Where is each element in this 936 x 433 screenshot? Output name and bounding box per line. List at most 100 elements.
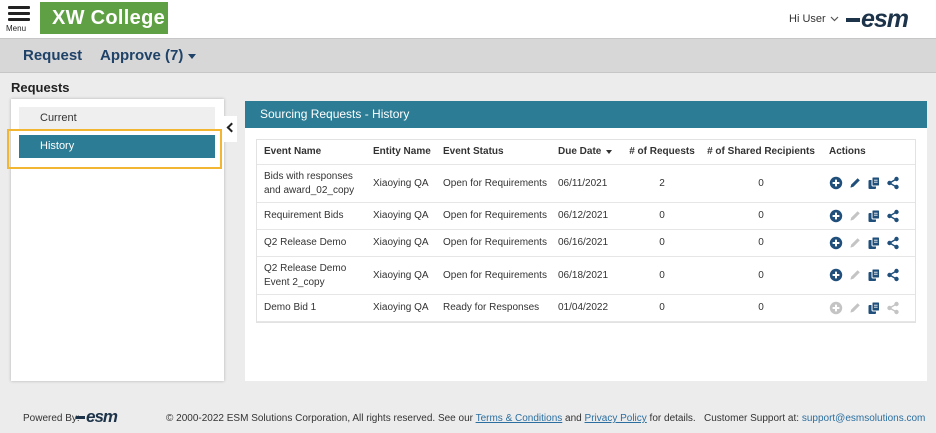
add-circle-icon[interactable] [829, 236, 843, 250]
add-circle-icon[interactable] [829, 209, 843, 223]
share-icon[interactable] [886, 268, 900, 282]
add-circle-icon[interactable] [829, 176, 843, 190]
page-title: Requests [11, 80, 70, 95]
pencil-icon[interactable] [848, 176, 862, 190]
pencil-icon[interactable] [848, 236, 862, 250]
copyright-and: and [562, 413, 585, 424]
cell-entity-name: Xiaoying QA [366, 229, 436, 257]
footer: Powered By: esm © 2000-2022 ESM Solution… [0, 398, 936, 433]
add-circle-icon[interactable] [829, 301, 843, 315]
table-row[interactable]: Q2 Release Demo Event 2_copy Xiaoying QA Op… [257, 256, 915, 295]
cell-due-date: 06/12/2021 [551, 202, 623, 230]
col-actions: Actions [821, 140, 915, 165]
cell-num-requests: 0 [623, 202, 701, 230]
menu-icon [8, 6, 30, 9]
history-panel: Sourcing Requests - History Event Name E… [245, 101, 927, 381]
cell-num-requests: 0 [623, 294, 701, 322]
col-entity-name[interactable]: Entity Name [366, 140, 436, 165]
requests-table: Event Name Entity Name Event Status Due … [256, 139, 916, 323]
copy-icon[interactable] [867, 236, 881, 250]
add-circle-icon[interactable] [829, 268, 843, 282]
esm-footer-logo: esm [76, 407, 118, 426]
user-greeting: Hi User [789, 13, 826, 25]
copy-icon[interactable] [867, 209, 881, 223]
cell-num-shared: 0 [701, 294, 821, 322]
cell-num-shared: 0 [701, 164, 821, 203]
esm-logo-dash [846, 18, 860, 23]
nav-approve-label: Approve (7) [100, 47, 184, 64]
nav-request[interactable]: Request [23, 47, 82, 64]
col-due-date[interactable]: Due Date [551, 140, 623, 165]
support-email-link[interactable]: support@esmsolutions.com [802, 413, 926, 424]
event-name-line-1: Q2 Release Demo [264, 237, 347, 248]
college-logo-text: XW College [52, 6, 166, 29]
event-name-line-2: and award_02_copy [264, 184, 355, 196]
terms-link[interactable]: Terms & Conditions [476, 413, 563, 424]
cell-entity-name: Xiaoying QA [366, 202, 436, 230]
cell-event-status: Open for Requirements [436, 164, 551, 203]
event-name-line-1: Bids with responses [264, 170, 353, 182]
cell-event-status: Open for Requirements [436, 256, 551, 295]
col-num-shared[interactable]: # of Shared Recipients [701, 140, 821, 165]
cell-event-status: Open for Requirements [436, 202, 551, 230]
menu-icon-bar [8, 12, 30, 15]
table-row[interactable]: Q2 Release Demo Xiaoying QA Open for Requi… [257, 229, 915, 257]
sidebar-item-current[interactable]: Current [19, 107, 215, 130]
col-event-name[interactable]: Event Name [257, 140, 366, 165]
user-menu[interactable]: Hi User [789, 13, 839, 25]
collapse-sidebar-button[interactable] [224, 116, 237, 142]
main-nav: Request Approve (7) [0, 38, 936, 73]
esm-footer-logo-dash [76, 416, 85, 420]
customer-support: Customer Support at: support@esmsolution… [704, 413, 925, 424]
esm-footer-logo-text: esm [86, 407, 118, 426]
cell-num-requests: 0 [623, 229, 701, 257]
copyright-post: for details. [646, 413, 696, 424]
cell-num-shared: 0 [701, 229, 821, 257]
cell-actions [821, 164, 915, 203]
sort-down-icon [606, 149, 613, 154]
copy-icon[interactable] [867, 176, 881, 190]
event-name-line-1: Requirement Bids [264, 210, 344, 221]
share-icon[interactable] [886, 236, 900, 250]
cell-entity-name: Xiaoying QA [366, 256, 436, 295]
share-icon[interactable] [886, 209, 900, 223]
copy-icon[interactable] [867, 301, 881, 315]
cell-entity-name: Xiaoying QA [366, 294, 436, 322]
pencil-icon[interactable] [848, 209, 862, 223]
table-row[interactable]: Demo Bid 1 Xiaoying QA Ready for Responses… [257, 294, 915, 322]
nav-approve[interactable]: Approve (7) [100, 47, 197, 64]
cell-event-status: Open for Requirements [436, 229, 551, 257]
esm-logo: esm [846, 5, 909, 33]
cell-event-status: Ready for Responses [436, 294, 551, 322]
pencil-icon[interactable] [848, 268, 862, 282]
share-icon[interactable] [886, 176, 900, 190]
menu-label: Menu [6, 24, 27, 33]
event-name-line-1: Q2 Release Demo [264, 262, 347, 274]
cell-num-requests: 2 [623, 164, 701, 203]
col-num-requests[interactable]: # of Requests [623, 140, 701, 165]
copyright-text: © 2000-2022 ESM Solutions Corporation, A… [166, 413, 696, 424]
panel-title: Sourcing Requests - History [245, 101, 927, 128]
chevron-left-icon [226, 122, 237, 133]
menu-button[interactable]: Menu [6, 3, 32, 33]
cell-event-name: Q2 Release Demo [257, 229, 366, 257]
cell-num-shared: 0 [701, 202, 821, 230]
cell-event-name: Bids with responses and award_02_copy [257, 164, 366, 203]
college-logo[interactable]: XW College [40, 2, 168, 34]
copy-icon[interactable] [867, 268, 881, 282]
table-row[interactable]: Bids with responses and award_02_copy Xiao… [257, 164, 915, 203]
cell-event-name: Q2 Release Demo Event 2_copy [257, 256, 366, 295]
esm-logo-text: esm [861, 5, 909, 33]
cell-due-date: 06/16/2021 [551, 229, 623, 257]
highlight-box [7, 129, 222, 169]
cell-event-name: Demo Bid 1 [257, 294, 366, 322]
menu-icon-bar [8, 18, 30, 21]
table-row[interactable]: Requirement Bids Xiaoying QA Open for Requ… [257, 202, 915, 230]
col-event-status[interactable]: Event Status [436, 140, 551, 165]
privacy-link[interactable]: Privacy Policy [585, 413, 647, 424]
cell-num-requests: 0 [623, 256, 701, 295]
support-label: Customer Support at: [704, 413, 802, 424]
pencil-icon[interactable] [848, 301, 862, 315]
cell-due-date: 06/11/2021 [551, 164, 623, 203]
share-icon[interactable] [886, 301, 900, 315]
